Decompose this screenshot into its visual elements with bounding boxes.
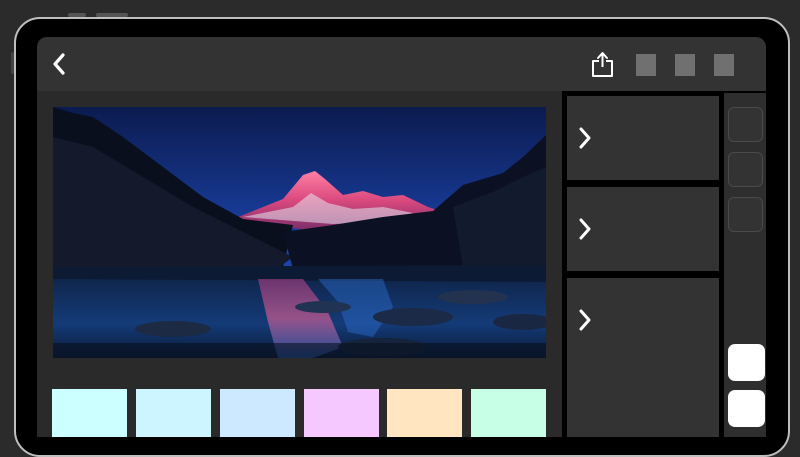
expand-panel-3[interactable] <box>567 278 719 437</box>
color-swatch-5[interactable] <box>387 389 462 437</box>
mountain-lake-image <box>53 107 546 358</box>
chevron-right-icon <box>579 127 591 149</box>
expand-panel-1[interactable] <box>567 96 719 180</box>
main-content <box>37 91 562 437</box>
chevron-left-icon[interactable] <box>51 51 67 77</box>
chevron-right-icon <box>579 309 591 331</box>
sidebar-button-1[interactable] <box>728 107 763 142</box>
color-swatch-4[interactable] <box>304 389 379 437</box>
share-icon[interactable] <box>590 50 615 78</box>
toolbar-button-3[interactable] <box>714 54 734 76</box>
toolbar-button-1[interactable] <box>636 54 656 76</box>
color-swatch-3[interactable] <box>220 389 295 437</box>
screen <box>37 37 766 437</box>
color-swatch-1[interactable] <box>52 389 127 437</box>
chevron-right-icon <box>579 218 591 240</box>
sidebar-white-button-2[interactable] <box>728 390 765 427</box>
top-toolbar <box>37 37 766 91</box>
sidebar-white-button-1[interactable] <box>728 344 765 381</box>
color-swatch-2[interactable] <box>136 389 211 437</box>
color-swatch-6[interactable] <box>471 389 546 437</box>
toolbar-button-2[interactable] <box>675 54 695 76</box>
sidebar-button-3[interactable] <box>728 197 763 232</box>
sidebar-button-2[interactable] <box>728 152 763 187</box>
landscape-photo[interactable] <box>53 107 546 358</box>
expand-panel-2[interactable] <box>567 187 719 271</box>
right-sidebar <box>724 93 766 437</box>
